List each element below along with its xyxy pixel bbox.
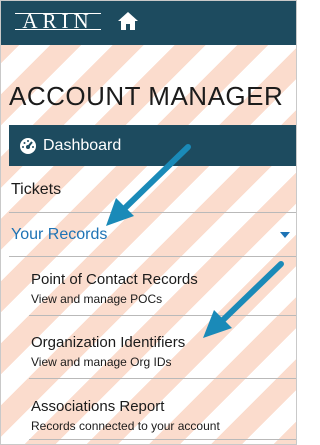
divider [9, 256, 296, 257]
submenu-item-description: View and manage Org IDs [31, 355, 172, 369]
logo-rule-bottom [15, 29, 101, 30]
caret-down-icon[interactable] [280, 232, 290, 238]
divider [29, 439, 296, 440]
submenu-item-org-identifiers[interactable]: Organization Identifiers View and manage… [31, 334, 291, 370]
account-manager-panel: ARIN ACCOUNT MANAGER Dashboard Tickets Y… [0, 0, 297, 445]
submenu-item-associations-report[interactable]: Associations Report Records connected to… [31, 398, 291, 434]
submenu-item-description: View and manage POCs [31, 292, 163, 306]
divider [29, 315, 296, 316]
submenu-item-description: Records connected to your account [31, 419, 220, 433]
divider [9, 212, 296, 213]
divider [29, 378, 296, 379]
submenu-item-poc-records[interactable]: Point of Contact Records View and manage… [31, 271, 291, 307]
home-icon[interactable] [117, 11, 139, 31]
gauge-icon [20, 138, 36, 154]
submenu-item-label: Associations Report [31, 398, 165, 415]
top-bar: ARIN [1, 1, 296, 45]
submenu-item-label: Organization Identifiers [31, 334, 186, 351]
your-records-label: Your Records [11, 226, 108, 243]
tickets-label: Tickets [11, 181, 62, 198]
sidebar-item-dashboard[interactable]: Dashboard [9, 125, 296, 166]
submenu-item-label: Point of Contact Records [31, 271, 198, 288]
dashboard-label: Dashboard [43, 137, 122, 154]
sidebar-item-your-records[interactable]: Your Records [9, 226, 296, 252]
sidebar-item-tickets[interactable]: Tickets [9, 181, 296, 211]
page-title: ACCOUNT MANAGER [9, 81, 284, 111]
arin-logo[interactable]: ARIN [15, 9, 101, 33]
